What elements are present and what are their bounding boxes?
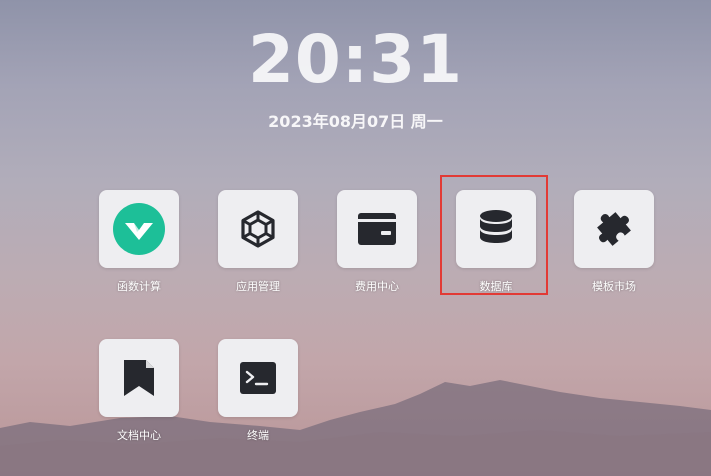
app-label: 文档中心	[117, 429, 161, 442]
app-tile[interactable]	[99, 190, 179, 268]
app-application-management[interactable]: 应用管理	[208, 190, 308, 294]
app-label: 模板市场	[592, 280, 636, 293]
app-billing-center[interactable]: 费用中心	[327, 190, 427, 294]
terminal-icon	[240, 362, 276, 394]
app-database[interactable]: 数据库	[446, 190, 546, 294]
app-tile[interactable]	[218, 190, 298, 268]
clock-time: 20:31	[247, 21, 464, 98]
app-tile[interactable]	[574, 190, 654, 268]
app-tile[interactable]	[218, 339, 298, 417]
app-terminal[interactable]: 终端	[208, 339, 308, 443]
app-template-market[interactable]: 模板市场	[564, 190, 664, 294]
hexagon-cube-icon	[241, 210, 275, 248]
app-label: 函数计算	[117, 280, 161, 293]
database-icon	[480, 210, 512, 243]
bookmark-icon	[124, 360, 154, 396]
app-function-compute[interactable]: 函数计算	[89, 190, 189, 294]
app-documentation-center[interactable]: 文档中心	[89, 339, 189, 443]
wallet-icon	[358, 213, 396, 245]
app-label: 数据库	[479, 280, 513, 293]
app-tile[interactable]	[337, 190, 417, 268]
date-display: 2023年08月07日 周一	[268, 112, 443, 131]
app-label: 费用中心	[355, 280, 399, 293]
app-tile[interactable]	[456, 190, 536, 268]
function-compute-icon	[113, 203, 165, 255]
app-label: 终端	[247, 429, 269, 442]
puzzle-icon	[597, 212, 631, 246]
app-label: 应用管理	[236, 280, 280, 293]
app-tile[interactable]	[99, 339, 179, 417]
